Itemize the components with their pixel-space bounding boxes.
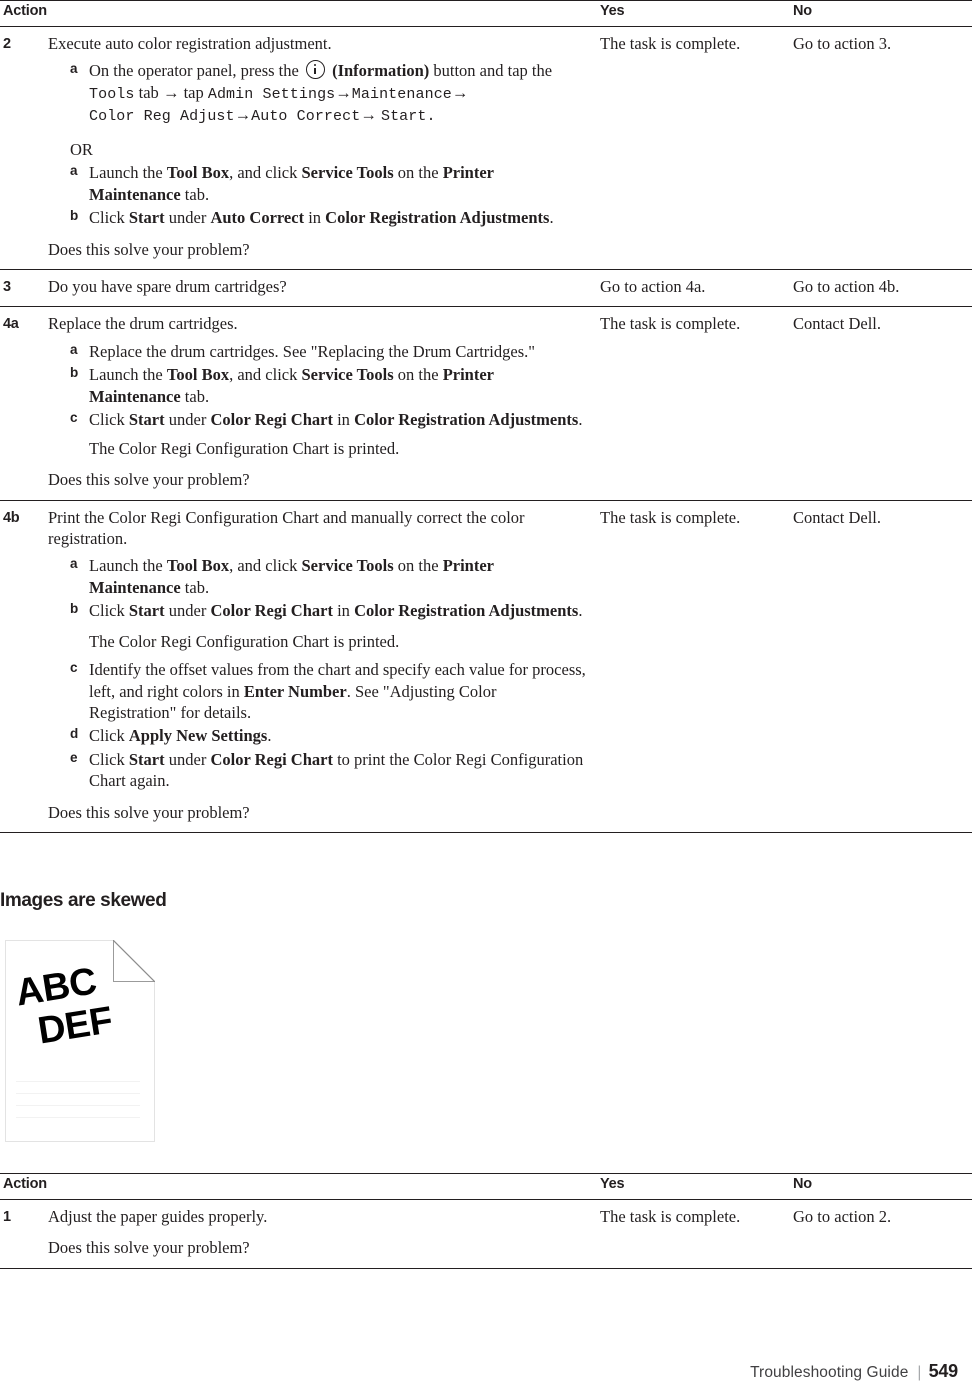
step-text: Identify the offset values from the char… (89, 660, 586, 722)
troubleshooting-table-top: Action Yes No 2 Execute auto color regis… (0, 0, 972, 834)
step-marker: a (70, 556, 78, 572)
list-item: a Launch the Tool Box, and click Service… (70, 555, 586, 598)
row-action-cell: Adjust the paper guides properly. Does t… (48, 1199, 601, 1269)
row-number: 1 (0, 1199, 48, 1269)
list-item: a Launch the Tool Box, and click Service… (70, 162, 586, 205)
action-lead-text: Adjust the paper guides properly. (48, 1206, 268, 1226)
action-lead-text: Do you have spare drum cartridges? (48, 277, 287, 296)
table-body-bottom: 1 Adjust the paper guides properly. Does… (0, 1199, 972, 1269)
row-action-cell: Execute auto color registration adjustme… (48, 26, 601, 271)
information-icon (305, 60, 325, 80)
footer-page-number: 549 (928, 1361, 959, 1381)
row-yes-cell: Go to action 4a. (600, 269, 794, 308)
or-label: OR (70, 139, 93, 159)
row-number: 4b (0, 500, 48, 834)
list-item: e Click Start under Color Regi Chart to … (70, 749, 586, 792)
skewed-page-figure: ABC DEF (5, 940, 165, 1152)
column-header-no: No (793, 0, 972, 27)
action-question: Does this solve your problem? (48, 1238, 250, 1258)
row-action-cell: Print the Color Regi Configuration Chart… (48, 500, 601, 834)
step-list-secondary: a Launch the Tool Box, and click Service… (48, 162, 586, 228)
row-yes-cell: The task is complete. (600, 26, 794, 271)
action-question: Does this solve your problem? (48, 239, 250, 259)
section-heading: Images are skewed (0, 890, 167, 911)
action-question: Does this solve your problem? (48, 470, 250, 490)
row-yes-cell: The task is complete. (600, 500, 794, 834)
step-marker: d (70, 726, 79, 742)
step-text: Launch the Tool Box, and click Service T… (89, 163, 494, 204)
document-page: Action Yes No 2 Execute auto color regis… (0, 0, 972, 1394)
list-item: b Click Start under Color Regi Chart in … (70, 600, 586, 621)
step-note: The Color Regi Configuration Chart is pr… (89, 631, 400, 651)
step-marker: a (70, 61, 78, 77)
row-action-cell: Do you have spare drum cartridges? (48, 269, 601, 308)
column-header-no: No (793, 1173, 972, 1200)
step-marker: a (70, 341, 78, 357)
step-list-primary: a Replace the drum cartridges. See "Repl… (48, 341, 586, 431)
step-marker: e (70, 749, 78, 765)
action-question: Does this solve your problem? (48, 802, 250, 822)
list-item: b Click Start under Auto Correct in Colo… (70, 207, 586, 228)
column-header-yes: Yes (600, 1173, 794, 1200)
list-item: b Launch the Tool Box, and click Service… (70, 364, 586, 407)
table-row: 2 Execute auto color registration adjust… (0, 26, 972, 271)
fold-diagonal-svg (113, 940, 155, 982)
table-header-row: Action Yes No (0, 1173, 972, 1200)
step-marker: c (70, 410, 78, 426)
footer-guide-title: Troubleshooting Guide (750, 1364, 909, 1381)
row-no-cell: Contact Dell. (793, 500, 972, 834)
list-item: c Click Start under Color Regi Chart in … (70, 409, 586, 430)
table-row: 4a Replace the drum cartridges. a Replac… (0, 306, 972, 501)
step-text: Click Start under Color Regi Chart in Co… (89, 410, 583, 430)
row-yes-cell: The task is complete. (600, 1199, 794, 1269)
corner-fold-diagonal (113, 940, 155, 982)
row-no-cell: Go to action 4b. (793, 269, 972, 308)
skewed-sample-text: ABC DEF (13, 960, 115, 1054)
step-marker: b (70, 365, 79, 381)
footer-separator: | (917, 1364, 922, 1381)
action-lead-text: Replace the drum cartridges. (48, 314, 238, 334)
action-lead-text: Print the Color Regi Configuration Chart… (48, 507, 525, 548)
row-number: 3 (0, 269, 48, 308)
step-marker: c (70, 660, 78, 676)
step-list-primary: a Launch the Tool Box, and click Service… (48, 555, 586, 791)
step-text: Click Apply New Settings. (89, 726, 272, 746)
table-header-row: Action Yes No (0, 0, 972, 27)
step-text: Click Start under Color Regi Chart in Co… (89, 601, 583, 621)
row-number: 2 (0, 26, 48, 271)
sheet-text-lines (16, 1081, 140, 1129)
step-marker: b (70, 601, 79, 617)
list-item: a On the operator panel, press the (Info… (70, 60, 586, 126)
row-number: 4a (0, 306, 48, 501)
step-text: Replace the drum cartridges. See "Replac… (89, 341, 535, 361)
list-item: a Replace the drum cartridges. See "Repl… (70, 341, 586, 362)
table-body-top: 2 Execute auto color registration adjust… (0, 26, 972, 834)
row-yes-cell: The task is complete. (600, 306, 794, 501)
step-note: The Color Regi Configuration Chart is pr… (89, 438, 400, 458)
table-row: 1 Adjust the paper guides properly. Does… (0, 1199, 972, 1269)
row-no-cell: Go to action 3. (793, 26, 972, 271)
step-text: On the operator panel, press the (Inform… (89, 60, 553, 126)
step-marker: b (70, 208, 79, 224)
page-footer: Troubleshooting Guide | 549 (750, 1361, 958, 1382)
row-no-cell: Go to action 2. (793, 1199, 972, 1269)
column-header-action: Action (0, 0, 601, 27)
list-item: d Click Apply New Settings. (70, 725, 586, 746)
step-list-primary: a On the operator panel, press the (Info… (48, 60, 586, 126)
step-text: Click Start under Auto Correct in Color … (89, 208, 554, 228)
step-text: Click Start under Color Regi Chart to pr… (89, 749, 584, 791)
step-marker: a (70, 163, 78, 179)
action-lead-text: Execute auto color registration adjustme… (48, 33, 332, 53)
row-no-cell: Contact Dell. (793, 306, 972, 501)
row-action-cell: Replace the drum cartridges. a Replace t… (48, 306, 601, 501)
troubleshooting-table-bottom: Action Yes No 1 Adjust the paper guides … (0, 1173, 972, 1269)
list-item: c Identify the offset values from the ch… (70, 659, 586, 723)
step-text: Launch the Tool Box, and click Service T… (89, 365, 494, 406)
table-row: 3 Do you have spare drum cartridges? Go … (0, 269, 972, 308)
list-item: The Color Regi Configuration Chart is pr… (70, 631, 586, 652)
column-header-yes: Yes (600, 0, 794, 27)
table-row: 4b Print the Color Regi Configuration Ch… (0, 500, 972, 834)
column-header-action: Action (0, 1173, 601, 1200)
step-text: Launch the Tool Box, and click Service T… (89, 556, 494, 597)
